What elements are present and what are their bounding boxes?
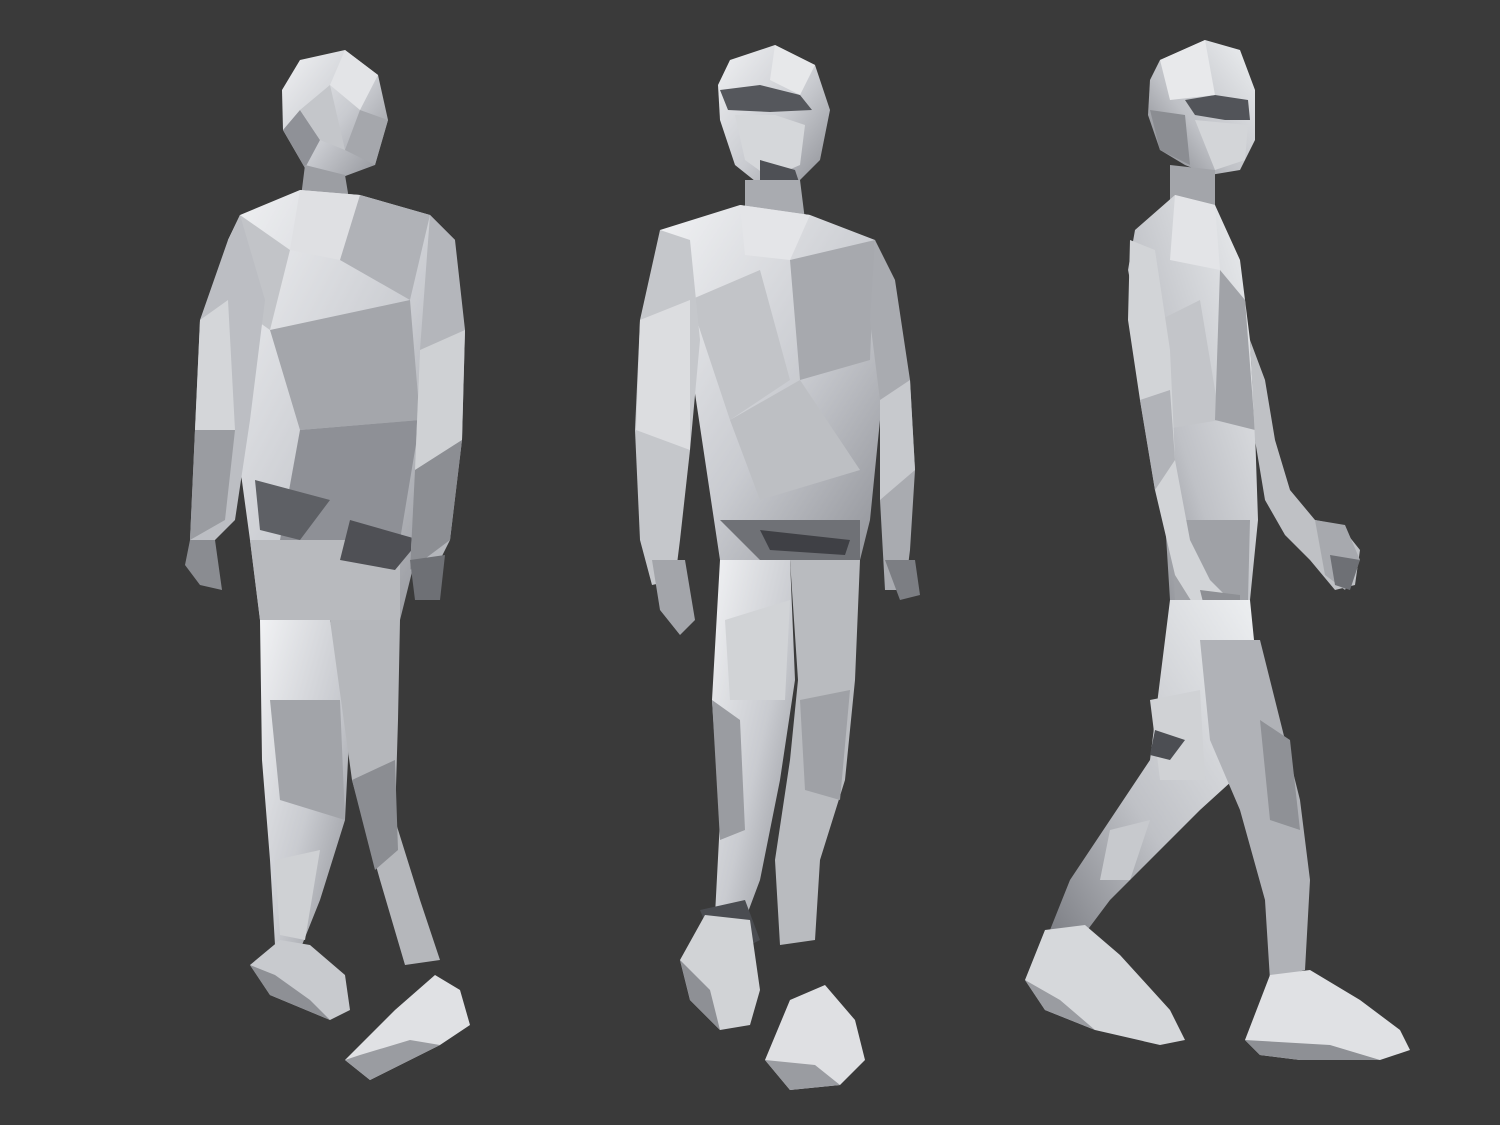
render-scene bbox=[0, 0, 1500, 1125]
head bbox=[718, 45, 830, 185]
render-viewport bbox=[0, 0, 1500, 1125]
